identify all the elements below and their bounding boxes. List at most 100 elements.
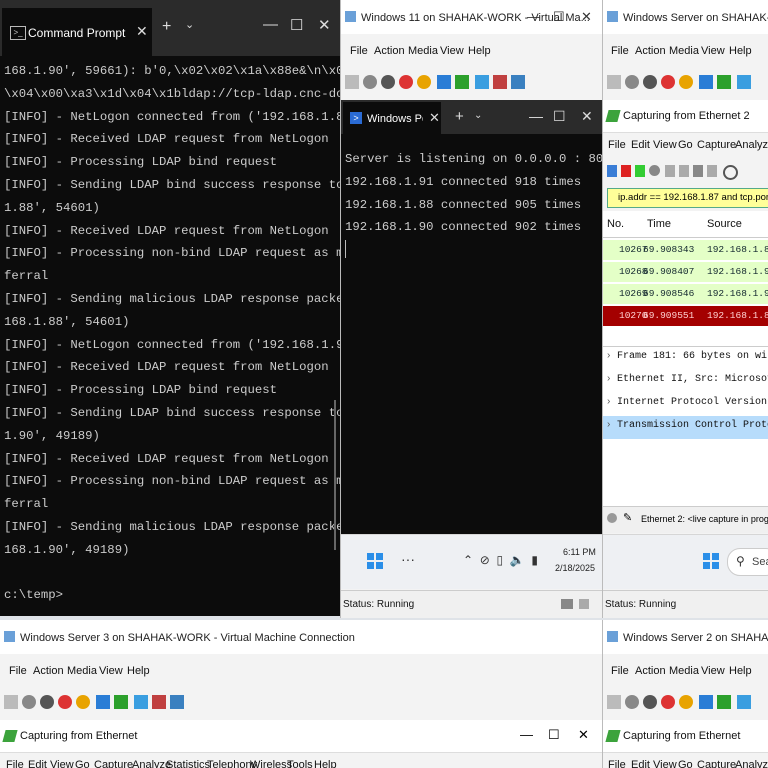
menu-help[interactable]: Help [729,665,752,677]
reload-icon[interactable] [707,165,717,177]
revert-icon[interactable] [152,695,166,709]
shutdown-icon[interactable] [399,75,413,89]
maximize-icon[interactable]: ☐ [553,9,565,25]
expand-icon[interactable]: › [607,419,610,430]
maximize-icon[interactable]: ☐ [553,108,566,125]
reset-icon[interactable] [717,75,731,89]
checkpoint-icon[interactable] [475,75,489,89]
shutdown-icon[interactable] [58,695,72,709]
packet-row[interactable]: 1026769.908343192.168.1.87 [603,240,768,260]
detail-row[interactable]: › Internet Protocol Version 4, Src: 1 [603,393,768,416]
pause-icon[interactable] [96,695,110,709]
minimize-icon[interactable]: — [527,9,540,24]
ws-menu-edit[interactable]: Edit [631,139,650,151]
system-tray-icons[interactable]: ⌃ ⊘ ▯ 🔈 ▮ [463,553,538,567]
packet-row[interactable]: 1026969.908546192.168.1.91 [603,284,768,304]
ctrl-alt-del-icon[interactable] [4,695,18,709]
close-icon[interactable]: ✕ [581,108,593,125]
chevron-down-icon[interactable]: ⌄ [185,18,194,31]
save-icon[interactable] [679,75,693,89]
stop-capture-icon[interactable] [621,165,631,177]
ctrl-alt-del-icon[interactable] [607,75,621,89]
menu-file[interactable]: File [350,45,368,57]
menu-view[interactable]: View [99,665,123,677]
close-icon[interactable]: ✕ [581,9,592,25]
checkpoint-icon[interactable] [134,695,148,709]
menu-view[interactable]: View [440,45,464,57]
edit-icon[interactable]: ✎ [623,511,632,524]
ws-menu-view[interactable]: View [50,759,74,768]
save-file-icon[interactable] [679,165,689,177]
ws-menu-help[interactable]: Help [314,759,337,768]
reset-icon[interactable] [717,695,731,709]
detail-row[interactable]: › Frame 181: 66 bytes on wire (528 bits) [603,347,768,370]
maximize-icon[interactable]: ☐ [548,727,560,743]
ws-menu-analyze[interactable]: Analyze [735,139,768,151]
cmd-tab[interactable]: >_ Command Prompt ✕ [2,8,152,56]
ws-menu-view[interactable]: View [653,139,677,151]
start-icon[interactable] [363,75,377,89]
windows-start-icon[interactable] [703,553,719,569]
checkpoint-icon[interactable] [737,75,751,89]
expand-icon[interactable]: › [607,373,610,384]
enhanced-session-icon[interactable] [511,75,525,89]
close-icon[interactable]: ✕ [578,727,589,743]
menu-action[interactable]: Action [374,45,405,57]
pause-icon[interactable] [699,695,713,709]
close-tab-icon[interactable]: ✕ [136,23,148,40]
menu-file[interactable]: File [611,45,629,57]
menu-action[interactable]: Action [33,665,64,677]
ws-menu-go[interactable]: Go [678,139,693,151]
menu-file[interactable]: File [9,665,27,677]
packet-row[interactable]: 1027069.909551192.168.1.87 [603,306,768,326]
menu-help[interactable]: Help [468,45,491,57]
win11-vm-window[interactable]: Windows 11 on SHAHAK-WORK - Virtual Ma..… [340,0,603,618]
save-icon[interactable] [76,695,90,709]
search-icon[interactable] [723,165,738,180]
restart-capture-icon[interactable] [635,165,645,177]
ws-menu-edit[interactable]: Edit [28,759,47,768]
taskbar-search-box[interactable]: ⚲ Search [727,548,768,576]
ws-menu-analyze[interactable]: Analyze [735,759,768,768]
wireshark-window[interactable]: Capturing from Ethernet 2 File Edit View… [603,100,768,533]
ws-menu-wireless[interactable]: Wireless [250,759,292,768]
menu-view[interactable]: View [701,665,725,677]
chevron-down-icon[interactable]: ⌄ [474,110,482,121]
ctrl-alt-del-icon[interactable] [345,75,359,89]
menu-help[interactable]: Help [127,665,150,677]
expand-icon[interactable]: › [607,350,610,361]
ws-menu-file[interactable]: File [608,759,626,768]
more-icon[interactable]: ··· [401,551,415,567]
col-no[interactable]: No. [607,218,624,230]
new-tab-icon[interactable]: + [162,18,171,36]
windows-server-2-vm-window[interactable]: Windows Server 2 on SHAHAK-WORK - Virtua… [602,620,768,768]
minimize-icon[interactable]: — [529,108,543,124]
turn-off-icon[interactable] [643,75,657,89]
menu-file[interactable]: File [611,665,629,677]
windows-server-vm-window[interactable]: Windows Server on SHAHAK-WORK - Virtual … [602,0,768,618]
windows-server-3-vm-window[interactable]: Windows Server 3 on SHAHAK-WORK - Virtua… [0,620,602,768]
start-icon[interactable] [22,695,36,709]
menu-media[interactable]: Media [67,665,97,677]
pause-icon[interactable] [437,75,451,89]
save-icon[interactable] [417,75,431,89]
packet-row[interactable]: 1026869.908407192.168.1.91 [603,262,768,282]
ws-menu-edit[interactable]: Edit [631,759,650,768]
powershell-window[interactable]: > Windows PowerShell ✕ + ⌄ — ☐ ✕ Server … [341,100,603,534]
col-time[interactable]: Time [647,218,671,230]
ws-menu-go[interactable]: Go [678,759,693,768]
menu-view[interactable]: View [701,45,725,57]
menu-media[interactable]: Media [669,665,699,677]
detail-row[interactable]: › Transmission Control Protocol, Src [603,416,768,439]
pause-icon[interactable] [699,75,713,89]
ws-menu-view[interactable]: View [653,759,677,768]
ws-menu-tools[interactable]: Tools [287,759,313,768]
close-tab-icon[interactable]: ✕ [429,110,440,126]
col-source[interactable]: Source [707,218,742,230]
ctrl-alt-del-icon[interactable] [607,695,621,709]
turn-off-icon[interactable] [40,695,54,709]
cmd-scrollbar[interactable] [334,400,336,550]
ws-menu-file[interactable]: File [6,759,24,768]
expert-info-icon[interactable] [607,513,617,523]
open-icon[interactable] [665,165,675,177]
